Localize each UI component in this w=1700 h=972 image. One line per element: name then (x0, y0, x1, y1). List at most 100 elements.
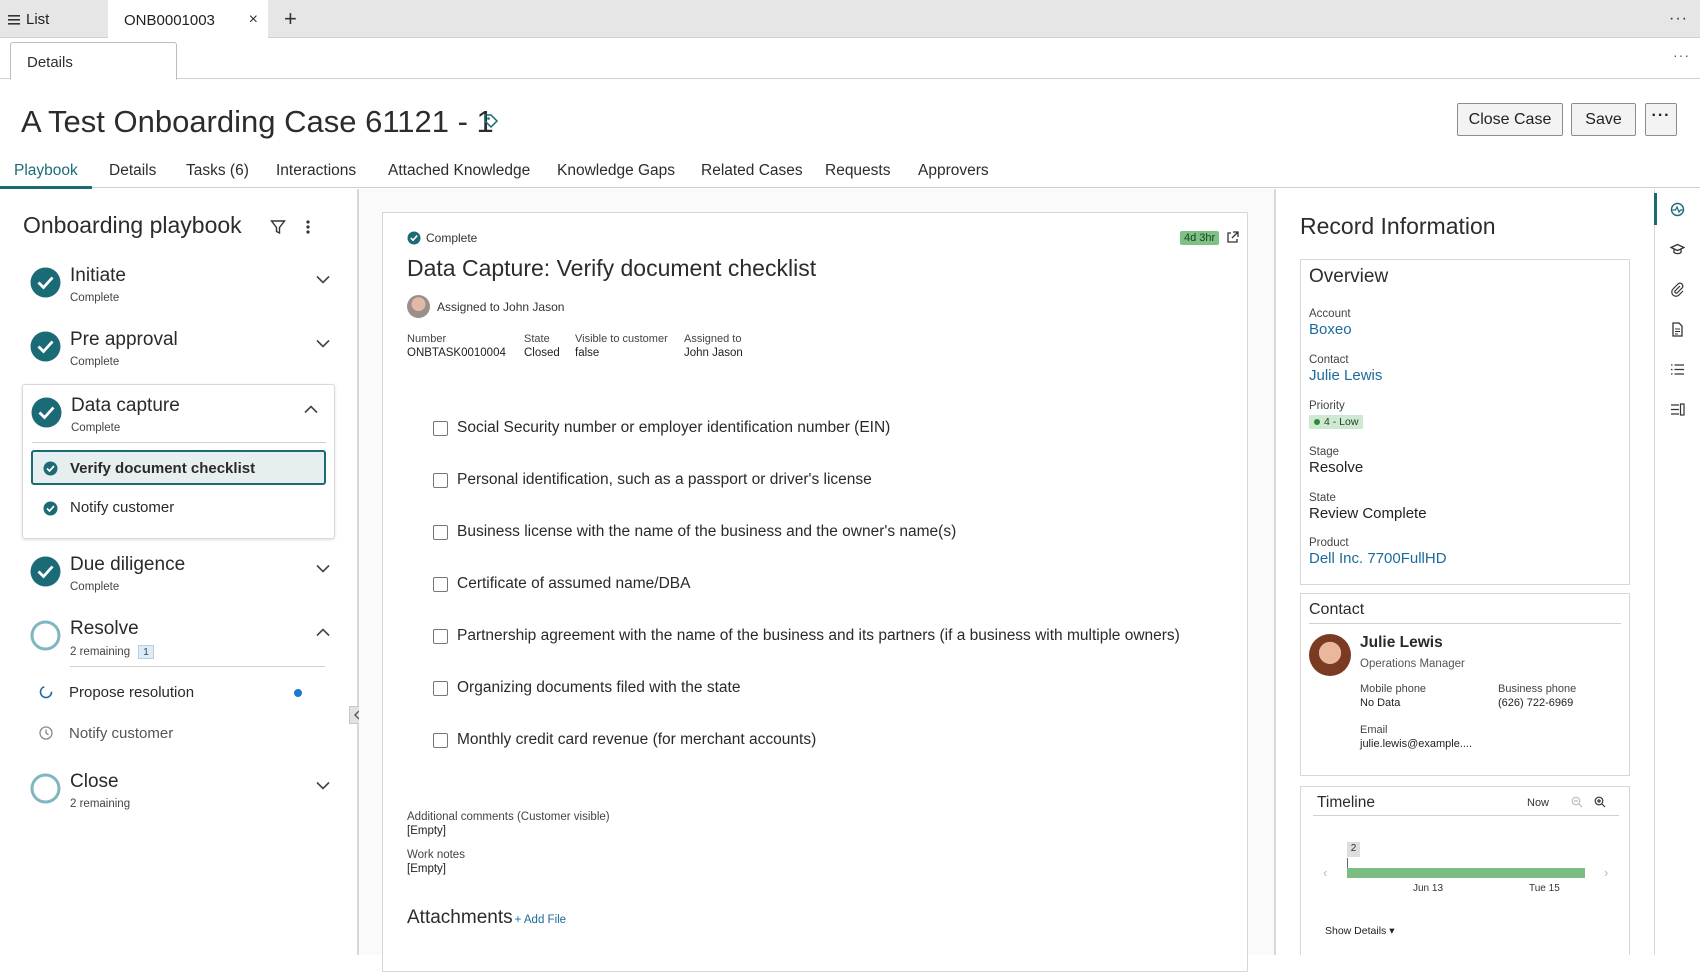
record-tab[interactable]: ONB0001003 × (108, 0, 268, 39)
field-label: Work notes (407, 849, 465, 861)
chevron-down-icon[interactable] (316, 339, 330, 348)
checkbox[interactable] (433, 680, 448, 696)
checklist-item[interactable]: Certificate of assumed name/DBA (433, 575, 690, 593)
checklist-item[interactable]: Personal identification, such as a passp… (433, 471, 872, 489)
save-button[interactable]: Save (1571, 103, 1636, 136)
field-value: [Empty] (407, 863, 446, 875)
stage-resolve[interactable]: Resolve 2 remaining 1 (30, 618, 330, 670)
stage-name: Data capture (71, 395, 180, 416)
task-verify-document-checklist[interactable]: Verify document checklist (31, 450, 326, 485)
timeline-now-button[interactable]: Now (1527, 797, 1549, 809)
tag-icon[interactable] (483, 113, 499, 129)
checklist-item[interactable]: Social Security number or employer ident… (433, 419, 890, 437)
list-tab[interactable]: List (8, 11, 49, 28)
details-subtab[interactable]: Details (10, 42, 177, 80)
work-notes-field[interactable]: Work notes [Empty] (407, 849, 465, 875)
tab-playbook[interactable]: Playbook (0, 162, 92, 189)
assigned-to-link[interactable]: John Jason (684, 347, 743, 359)
stage-initiate[interactable]: Initiate Complete (30, 265, 330, 317)
stage-status-row: 2 remaining 1 (70, 645, 154, 659)
checkbox[interactable] (433, 576, 448, 592)
sub-tab-bar: Details ··· (0, 38, 1700, 80)
activity-icon[interactable] (1670, 202, 1685, 217)
open-in-new-icon[interactable] (1226, 231, 1239, 244)
chevron-left-icon[interactable]: ‹ (1323, 865, 1327, 880)
checkbox[interactable] (433, 628, 448, 644)
tab-tasks[interactable]: Tasks (6) (186, 162, 249, 186)
stage-close[interactable]: Close 2 remaining (30, 771, 330, 823)
close-case-button[interactable]: Close Case (1457, 103, 1563, 136)
meta-assigned: Assigned to John Jason (684, 333, 743, 359)
checkbox[interactable] (433, 524, 448, 540)
attachments-heading: Attachments (407, 907, 513, 928)
check-circle-icon (43, 461, 58, 476)
close-icon[interactable]: × (249, 11, 258, 29)
filter-icon[interactable] (270, 219, 286, 235)
tab-attached-knowledge[interactable]: Attached Knowledge (388, 162, 530, 186)
task-label: Verify document checklist (70, 460, 256, 477)
details-icon[interactable] (1670, 402, 1685, 417)
avatar (407, 295, 430, 318)
add-file-link[interactable]: + Add File (515, 914, 566, 926)
empty-circle-icon (30, 773, 61, 804)
field-value: Review Complete (1309, 505, 1427, 522)
checklist-item[interactable]: Business license with the name of the bu… (433, 523, 956, 541)
chevron-down-icon[interactable] (316, 275, 330, 284)
show-details-button[interactable]: Show Details ▾ (1325, 925, 1394, 937)
field-value: Resolve (1309, 459, 1364, 476)
tab-approvers[interactable]: Approvers (918, 162, 989, 186)
email-link[interactable]: julie.lewis@example.... (1360, 738, 1472, 750)
list-lines-icon[interactable] (1670, 362, 1685, 377)
chevron-right-icon[interactable]: › (1604, 865, 1608, 880)
stage-status: Complete (71, 422, 121, 434)
record-tabs: Playbook Details Tasks (6) Interactions … (0, 160, 1700, 189)
additional-comments-field[interactable]: Additional comments (Customer visible) [E… (407, 811, 610, 837)
check-circle-icon (407, 231, 421, 245)
tab-related-cases[interactable]: Related Cases (701, 162, 803, 186)
checklist-item[interactable]: Monthly credit card revenue (for merchan… (433, 731, 816, 749)
sla-badge: 4d 3hr (1180, 231, 1220, 245)
timeline-count: 2 (1347, 842, 1360, 857)
tab-requests[interactable]: Requests (825, 162, 890, 186)
checklist-item[interactable]: Partnership agreement with the name of t… (433, 627, 1180, 645)
chevron-down-icon[interactable] (316, 781, 330, 790)
stage-due-diligence[interactable]: Due diligence Complete (30, 554, 330, 606)
field-label: Business phone (1498, 683, 1577, 695)
new-tab-button[interactable]: + (284, 6, 297, 32)
zoom-in-icon[interactable] (1594, 796, 1606, 808)
more-options-icon[interactable]: ··· (1669, 10, 1688, 28)
account-link[interactable]: Boxeo (1309, 321, 1352, 338)
stage-name: Close (70, 771, 119, 792)
record-info-panel: Record Information Overview Account Boxeo… (1274, 189, 1654, 955)
zoom-out-icon[interactable] (1571, 796, 1583, 808)
document-icon[interactable] (1670, 322, 1685, 337)
task-propose-resolution[interactable]: Propose resolution (38, 679, 318, 709)
task-status-label: Complete (426, 231, 478, 245)
stage-name: Pre approval (70, 329, 178, 350)
tab-knowledge-gaps[interactable]: Knowledge Gaps (557, 162, 675, 186)
tab-details[interactable]: Details (109, 162, 156, 186)
stage-status: 2 remaining (70, 798, 131, 810)
more-actions-button[interactable]: ··· (1645, 103, 1677, 136)
cap-icon[interactable] (1670, 242, 1685, 257)
checklist-item[interactable]: Organizing documents filed with the stat… (433, 679, 740, 697)
kebab-icon[interactable] (305, 219, 311, 235)
stage-data-capture[interactable]: Data capture Complete (31, 395, 323, 447)
chevron-up-icon[interactable] (304, 405, 318, 414)
checkbox[interactable] (433, 420, 448, 436)
stage-pre-approval[interactable]: Pre approval Complete (30, 329, 330, 381)
contact-link[interactable]: Julie Lewis (1309, 367, 1382, 384)
chevron-down-icon[interactable] (316, 564, 330, 573)
timeline-bar[interactable] (1347, 868, 1585, 878)
task-notify-customer-pending[interactable]: Notify customer (38, 720, 318, 750)
side-rail (1654, 189, 1700, 955)
product-link[interactable]: Dell Inc. 7700FullHD (1309, 550, 1447, 567)
paperclip-icon[interactable] (1670, 282, 1685, 297)
subtab-more-icon[interactable]: ··· (1673, 47, 1690, 63)
check-circle-icon (30, 267, 61, 298)
checkbox[interactable] (433, 732, 448, 748)
checkbox[interactable] (433, 472, 448, 488)
tab-interactions[interactable]: Interactions (276, 162, 356, 186)
task-notify-customer[interactable]: Notify customer (31, 493, 326, 525)
chevron-up-icon[interactable] (316, 628, 330, 637)
